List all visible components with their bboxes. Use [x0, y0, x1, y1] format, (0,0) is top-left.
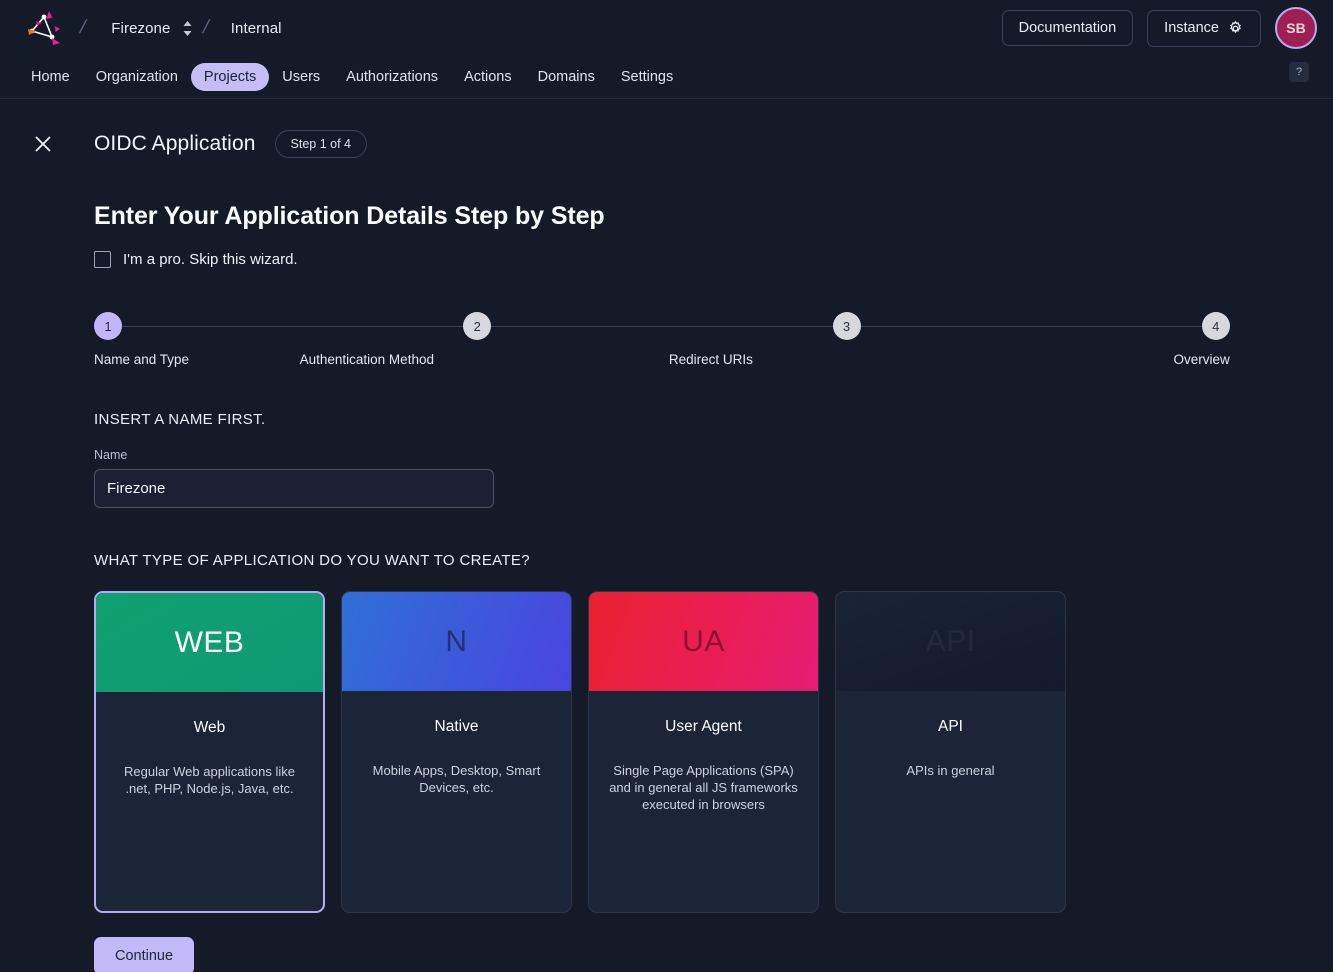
main-nav: Home Organization Projects Users Authori… [0, 56, 1333, 99]
app-type-badge-user-agent: UA [589, 592, 818, 691]
help-button[interactable]: ? [1289, 62, 1309, 82]
skip-wizard-label: I'm a pro. Skip this wizard. [123, 251, 298, 268]
nav-item-organization[interactable]: Organization [83, 63, 191, 91]
stepper-dot-4[interactable]: 4 [1202, 312, 1230, 340]
avatar[interactable]: SB [1275, 7, 1317, 49]
org-name: Firezone [111, 20, 170, 37]
app-type-card-user-agent[interactable]: UA User Agent Single Page Applications (… [588, 591, 819, 913]
nav-item-users[interactable]: Users [269, 63, 333, 91]
stepper-step-1-top: 1 [94, 312, 463, 340]
app-type-desc-web: Regular Web applications like .net, PHP,… [110, 763, 309, 797]
wizard-body: Enter Your Application Details Step by S… [0, 202, 1333, 972]
continue-button[interactable]: Continue [94, 937, 194, 972]
nav-item-settings[interactable]: Settings [608, 63, 686, 91]
close-icon[interactable] [31, 132, 55, 156]
wizard-header: OIDC Application Step 1 of 4 [0, 99, 1333, 161]
nav-item-actions[interactable]: Actions [451, 63, 525, 91]
wizard-heading: Enter Your Application Details Step by S… [94, 202, 1333, 231]
avatar-initials: SB [1286, 20, 1305, 36]
nav-item-home[interactable]: Home [18, 63, 83, 91]
breadcrumb-separator-2: / [201, 17, 212, 39]
stepper-line-2 [491, 326, 832, 327]
wizard-stepper: 1 Name and Type 2 Authentication Method … [94, 312, 1286, 367]
skip-wizard-row[interactable]: I'm a pro. Skip this wizard. [94, 251, 1333, 268]
stepper-line-1 [122, 326, 463, 327]
page-title: OIDC Application [94, 132, 256, 156]
app-type-card-web[interactable]: WEB Web Regular Web applications like .n… [94, 591, 325, 913]
stepper-label-2: Authentication Method [300, 352, 655, 367]
stepper-step-4-top: 4 [1202, 312, 1286, 340]
app-type-badge-native: N [342, 592, 571, 691]
nav-item-authorizations[interactable]: Authorizations [333, 63, 451, 91]
stepper-dot-2[interactable]: 2 [463, 312, 491, 340]
stepper-step-3: 3 Redirect URIs [833, 312, 1202, 367]
type-section-title: WHAT TYPE OF APPLICATION DO YOU WANT TO … [94, 552, 1333, 569]
instance-button[interactable]: Instance [1147, 10, 1261, 47]
instance-label: Instance [1164, 20, 1219, 36]
stepper-step-3-top: 3 [833, 312, 1202, 340]
breadcrumb-separator-1: / [77, 17, 88, 39]
gear-icon [1227, 20, 1244, 37]
name-input[interactable] [94, 469, 494, 508]
app-type-card-list: WEB Web Regular Web applications like .n… [94, 591, 1333, 913]
up-down-chevron-icon[interactable] [182, 20, 193, 37]
chevron-updown-svg [182, 20, 193, 37]
stepper-step-2-top: 2 [463, 312, 832, 340]
stepper-dot-3[interactable]: 3 [833, 312, 861, 340]
app-type-name-user-agent: User Agent [603, 718, 804, 736]
stepper-line-3 [861, 326, 1202, 327]
top-bar-actions: Documentation Instance SB [1002, 7, 1317, 49]
documentation-label: Documentation [1019, 20, 1117, 36]
app-type-desc-api: APIs in general [850, 762, 1051, 779]
app-type-name-native: Native [356, 718, 557, 736]
stepper-step-4: 4 Overview [1202, 312, 1286, 367]
stepper-label-3: Redirect URIs [669, 352, 1024, 367]
nav-item-domains[interactable]: Domains [525, 63, 608, 91]
nav-item-projects[interactable]: Projects [191, 63, 269, 91]
step-badge: Step 1 of 4 [275, 130, 367, 158]
app-type-badge-api: API [836, 592, 1065, 691]
app-type-desc-user-agent: Single Page Applications (SPA) and in ge… [603, 762, 804, 813]
app-type-desc-native: Mobile Apps, Desktop, Smart Devices, etc… [356, 762, 557, 796]
close-x-svg [33, 134, 53, 154]
name-field-label: Name [94, 448, 1333, 462]
app-type-name-web: Web [110, 719, 309, 737]
skip-wizard-checkbox[interactable] [94, 251, 111, 268]
app-type-card-native[interactable]: N Native Mobile Apps, Desktop, Smart Dev… [341, 591, 572, 913]
org-switcher[interactable]: Firezone [111, 20, 193, 37]
app-type-body-api: API APIs in general [836, 691, 1065, 912]
firezone-triangle-logo-icon[interactable] [22, 7, 70, 49]
stepper-label-4: Overview [1173, 352, 1229, 367]
app-type-card-api[interactable]: API API APIs in general [835, 591, 1066, 913]
app-type-body-user-agent: User Agent Single Page Applications (SPA… [589, 691, 818, 912]
app-type-body-native: Native Mobile Apps, Desktop, Smart Devic… [342, 691, 571, 912]
top-bar: / Firezone / Internal Documentation Inst… [0, 0, 1333, 56]
app-type-badge-web: WEB [96, 593, 323, 692]
app-type-body-web: Web Regular Web applications like .net, … [96, 692, 323, 911]
app-type-name-api: API [850, 718, 1051, 736]
documentation-button[interactable]: Documentation [1002, 10, 1134, 46]
project-name[interactable]: Internal [231, 20, 282, 37]
name-section-title: INSERT A NAME FIRST. [94, 411, 1333, 428]
stepper-dot-1[interactable]: 1 [94, 312, 122, 340]
